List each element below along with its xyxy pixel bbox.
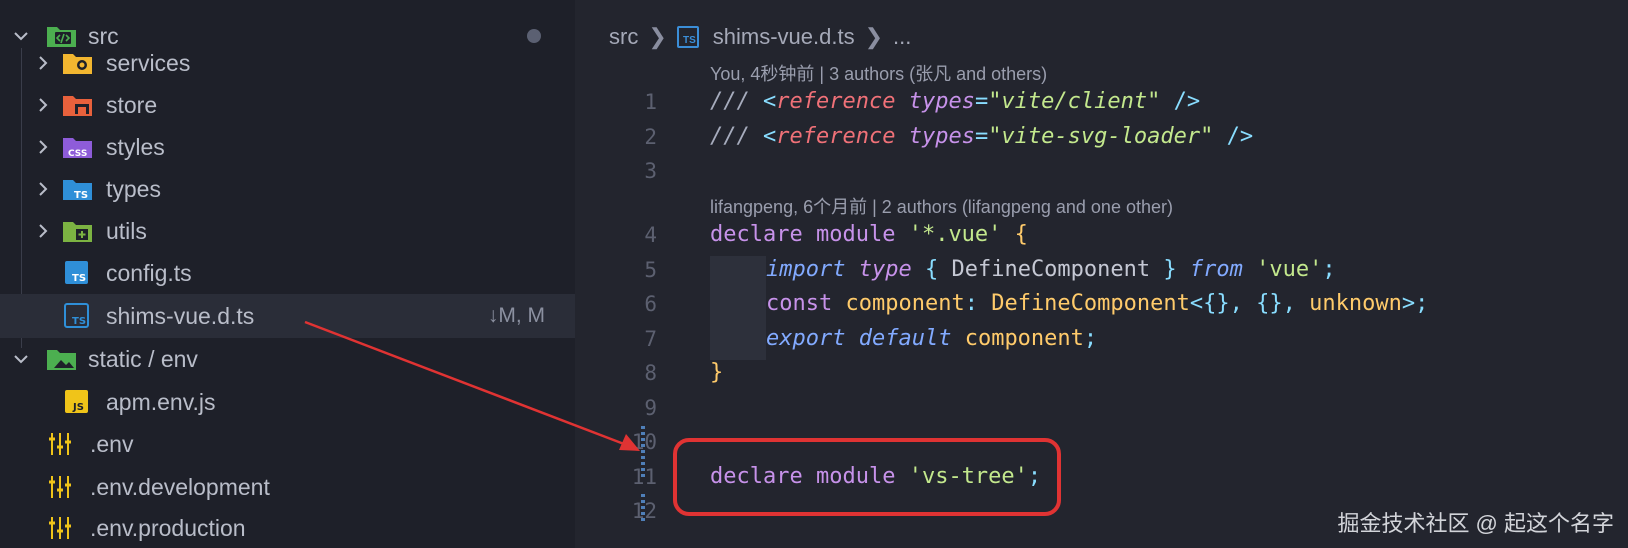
tree-file-config[interactable]: TS config.ts — [62, 251, 575, 295]
watermark: 掘金技术社区 @ 起这个名字 — [1337, 511, 1614, 536]
tree-folder-static-env[interactable]: static / env — [8, 337, 575, 381]
tree-label: static / env — [88, 345, 198, 372]
chevron-right-icon — [30, 176, 56, 202]
tree-label: .env.development — [90, 473, 270, 500]
tree-label: services — [106, 49, 191, 76]
explorer-sidebar: src services store CSS styles TS types u… — [0, 0, 575, 548]
tree-folder-utils[interactable]: utils — [30, 209, 575, 253]
tree-label: apm.env.js — [106, 388, 216, 415]
chevron-right-icon — [30, 92, 56, 118]
line-number: 5 — [644, 258, 657, 282]
chevron-down-icon — [8, 346, 34, 372]
git-blame-annotation[interactable]: You, 4秒钟前 | 3 authors (张凡 and others) — [710, 60, 1047, 86]
image-folder-icon — [46, 346, 80, 372]
env-settings-icon — [46, 431, 80, 457]
breadcrumb-folder[interactable]: src — [609, 24, 638, 50]
line-number: 2 — [644, 125, 657, 149]
line-number: 11 — [631, 465, 657, 489]
services-folder-icon — [62, 50, 96, 76]
breadcrumb: src ❯ TS shims-vue.d.ts ❯ ... — [609, 20, 911, 54]
tree-folder-services[interactable]: services — [30, 41, 575, 85]
chevron-right-icon — [30, 218, 56, 244]
tree-folder-store[interactable]: store — [30, 83, 575, 127]
tree-label: utils — [106, 217, 147, 244]
tree-label: store — [106, 91, 158, 118]
svg-text:TS: TS — [72, 316, 86, 327]
tree-file-env-development[interactable]: .env.development — [46, 465, 575, 509]
tree-file-apm-env[interactable]: JS apm.env.js — [62, 380, 575, 424]
tree-label: .env.production — [90, 514, 246, 541]
utils-folder-icon — [62, 218, 96, 244]
code-line-6[interactable]: const component: DefineComponent<{}, {},… — [766, 291, 1428, 316]
tree-file-shims-vue[interactable]: TS shims-vue.d.ts ↓M, M — [0, 294, 575, 338]
typescript-file-icon: TS — [62, 303, 96, 329]
chevron-right-icon: ❯ — [864, 24, 884, 49]
javascript-file-icon: JS — [62, 389, 96, 415]
code-line-4[interactable]: declare module '*.vue' { — [710, 222, 1028, 247]
indent-highlight — [710, 256, 766, 360]
tree-folder-styles[interactable]: CSS styles — [30, 125, 575, 169]
tree-file-env[interactable]: .env — [46, 422, 575, 466]
tree-label: shims-vue.d.ts — [106, 302, 255, 329]
code-line-2[interactable]: /// <reference types="vite-svg-loader" /… — [710, 124, 1253, 149]
styles-folder-icon: CSS — [62, 134, 96, 160]
line-number: 8 — [644, 361, 657, 385]
code-line-1[interactable]: /// <reference types="vite/client" /> — [710, 89, 1200, 114]
annotation-highlight-box — [673, 438, 1061, 516]
svg-text:JS: JS — [72, 402, 84, 413]
line-number: 1 — [644, 90, 657, 114]
code-line-8[interactable]: } — [710, 360, 723, 385]
line-number: 7 — [644, 327, 657, 351]
types-folder-icon: TS — [62, 176, 96, 202]
typescript-file-icon: TS — [62, 260, 96, 286]
line-number: 9 — [644, 396, 657, 420]
svg-text:TS: TS — [74, 190, 88, 201]
store-folder-icon — [62, 92, 96, 118]
breadcrumb-more[interactable]: ... — [893, 24, 911, 50]
git-blame-annotation[interactable]: lifangpeng, 6个月前 | 2 authors (lifangpeng… — [710, 193, 1173, 219]
env-settings-icon — [46, 474, 80, 500]
tree-label: styles — [106, 133, 165, 160]
tree-label: config.ts — [106, 259, 192, 286]
breadcrumb-file[interactable]: shims-vue.d.ts — [713, 24, 855, 50]
line-number: 10 — [631, 430, 657, 454]
tree-label: types — [106, 175, 161, 202]
chevron-right-icon: ❯ — [648, 24, 667, 49]
line-number: 4 — [644, 223, 657, 247]
code-line-7[interactable]: export default component; — [766, 326, 1097, 351]
svg-text:TS: TS — [72, 273, 86, 284]
line-number: 12 — [631, 499, 657, 523]
typescript-file-icon: TS — [676, 26, 699, 48]
chevron-right-icon — [30, 134, 56, 160]
line-number: 3 — [644, 159, 657, 183]
tree-folder-types[interactable]: TS types — [30, 167, 575, 211]
code-line-5[interactable]: import type { DefineComponent } from 'vu… — [766, 257, 1336, 282]
git-status-badge: ↓M, M — [487, 304, 545, 327]
chevron-right-icon — [30, 50, 56, 76]
tree-label: .env — [90, 430, 134, 457]
svg-text:CSS: CSS — [68, 149, 87, 159]
line-number: 6 — [644, 292, 657, 316]
env-settings-icon — [46, 515, 80, 541]
tree-file-env-production[interactable]: .env.production — [46, 506, 575, 548]
